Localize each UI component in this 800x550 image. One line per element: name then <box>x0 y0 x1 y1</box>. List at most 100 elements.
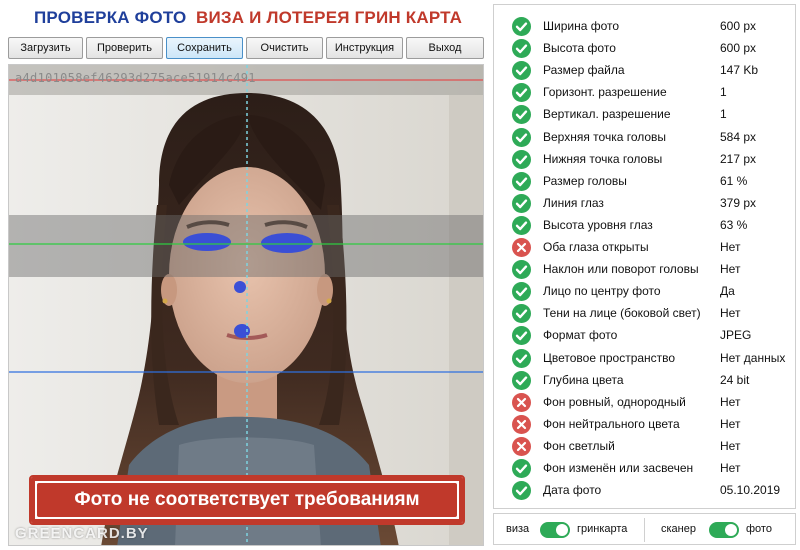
app-title: ПРОВЕРКА ФОТО <box>34 8 187 27</box>
check-label: Дата фото <box>543 483 602 498</box>
toolbar: Загрузить Проверить Сохранить Очистить И… <box>8 37 484 59</box>
toggle-knob <box>556 524 568 536</box>
check-pass-icon <box>512 348 531 368</box>
check-fail-icon <box>512 436 531 456</box>
check-row: Размер файла 147 Kb <box>494 59 795 81</box>
check-value: Нет данных <box>720 350 786 365</box>
photo-hash: a4d101058ef46293d275ace51914c491 <box>15 71 256 85</box>
check-row: Цветовое пространство Нет данных <box>494 347 795 369</box>
check-label: Формат фото <box>543 328 618 343</box>
toggle-photo-label: фото <box>746 523 772 535</box>
exit-button[interactable]: Выход <box>406 37 484 59</box>
visa-greencard-toggle[interactable] <box>540 522 570 538</box>
check-row: Наклон или поворот головы Нет <box>494 258 795 280</box>
check-row: Высота фото 600 px <box>494 37 795 59</box>
check-row: Высота уровня глаз 63 % <box>494 214 795 236</box>
check-label: Ширина фото <box>543 19 620 33</box>
check-pass-icon <box>512 326 531 346</box>
instructions-button[interactable]: Инструкция <box>326 37 403 59</box>
save-button[interactable]: Сохранить <box>166 37 243 59</box>
mode-toggles: виза гринкарта сканер фото <box>493 513 796 545</box>
app-window: ПРОВЕРКА ФОТО ВИЗА И ЛОТЕРЕЯ ГРИН КАРТА … <box>0 0 800 550</box>
check-row: Размер головы 61 % <box>494 170 795 192</box>
check-label: Оба глаза открыты <box>543 240 649 254</box>
check-value: 24 bit <box>720 372 750 387</box>
check-row: Тени на лице (боковой свет) Нет <box>494 302 795 324</box>
check-row: Ширина фото 600 px <box>494 15 795 37</box>
check-pass-icon <box>512 83 531 103</box>
check-row: Лицо по центру фото Да <box>494 280 795 302</box>
check-row: Горизонт. разрешение 1 <box>494 81 795 103</box>
check-label: Высота фото <box>543 41 616 56</box>
check-fail-icon <box>512 414 531 434</box>
check-label: Фон светлый <box>543 438 615 453</box>
check-label: Горизонт. разрешение <box>543 85 667 100</box>
check-value: 217 px <box>720 151 757 166</box>
check-row: Фон нейтрального цвета Нет <box>494 413 795 435</box>
check-value: 61 % <box>720 173 748 188</box>
check-value: 584 px <box>720 129 757 144</box>
check-label: Линия глаз <box>543 195 604 210</box>
check-pass-icon <box>512 459 531 478</box>
clear-button[interactable]: Очистить <box>246 37 323 59</box>
toggle-divider <box>644 518 645 542</box>
check-value: 1 <box>720 107 727 122</box>
photo-preview[interactable]: a4d101058ef46293d275ace51914c491 Фото не… <box>8 64 484 546</box>
check-pass-icon <box>512 105 531 125</box>
app-subtitle: ВИЗА И ЛОТЕРЕЯ ГРИН КАРТА <box>196 8 463 27</box>
check-button[interactable]: Проверить <box>86 37 163 59</box>
check-label: Фон нейтрального цвета <box>543 416 680 431</box>
check-pass-icon <box>512 61 531 81</box>
check-label: Глубина цвета <box>543 372 624 387</box>
load-button[interactable]: Загрузить <box>8 37 83 59</box>
check-pass-icon <box>512 215 531 235</box>
check-row: Оба глаза открыты Нет <box>494 236 795 258</box>
check-value: Нет <box>720 240 741 254</box>
check-row: Глубина цвета 24 bit <box>494 369 795 391</box>
check-row: Дата фото 05.10.2019 <box>494 479 795 501</box>
portrait-photo <box>9 65 483 545</box>
check-label: Наклон или поворот головы <box>543 262 699 277</box>
check-fail-icon <box>512 392 531 412</box>
check-label: Вертикал. разрешение <box>543 107 671 122</box>
toggle-visa-label: виза <box>506 523 530 535</box>
check-value: 63 % <box>720 217 748 232</box>
check-pass-icon <box>512 282 531 302</box>
check-label: Лицо по центру фото <box>543 284 661 299</box>
check-value: 600 px <box>720 41 757 56</box>
check-fail-icon <box>512 238 531 257</box>
check-value: Нет <box>720 394 741 409</box>
check-pass-icon <box>512 481 531 501</box>
check-pass-icon <box>512 260 531 280</box>
check-value: 147 Kb <box>720 63 759 78</box>
scanner-photo-toggle[interactable] <box>709 522 739 538</box>
check-pass-icon <box>512 171 531 191</box>
check-label: Нижняя точка головы <box>543 151 663 166</box>
check-row: Вертикал. разрешение 1 <box>494 103 795 125</box>
check-pass-icon <box>512 304 531 324</box>
check-value: Нет <box>720 262 741 277</box>
watermark: GREENCARD.BY <box>15 525 149 542</box>
check-pass-icon <box>512 17 531 36</box>
check-value: Нет <box>720 461 741 475</box>
check-pass-icon <box>512 149 531 169</box>
toggle-greencard-label: гринкарта <box>577 523 628 535</box>
check-row: Фон светлый Нет <box>494 435 795 457</box>
check-pass-icon <box>512 193 531 213</box>
check-value: JPEG <box>720 328 752 343</box>
check-row: Линия глаз 379 px <box>494 192 795 214</box>
check-row: Верхняя точка головы 584 px <box>494 126 795 148</box>
check-pass-icon <box>512 370 531 390</box>
check-row: Фон изменён или засвечен Нет <box>494 457 795 479</box>
check-row: Фон ровный, однородный Нет <box>494 391 795 413</box>
warning-banner: Фото не соответствует требованиям <box>29 475 465 525</box>
check-value: Нет <box>720 416 741 431</box>
warning-text: Фото не соответствует требованиям <box>74 489 420 510</box>
check-label: Верхняя точка головы <box>543 129 667 144</box>
check-row: Нижняя точка головы 217 px <box>494 148 795 170</box>
check-label: Цветовое пространство <box>543 350 676 365</box>
toggle-knob <box>725 524 737 536</box>
check-row: Формат фото JPEG <box>494 324 795 346</box>
check-pass-icon <box>512 127 531 147</box>
check-pass-icon <box>512 39 531 59</box>
